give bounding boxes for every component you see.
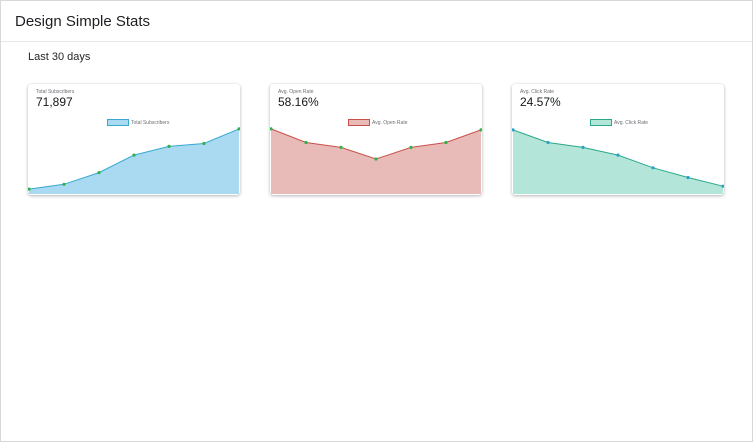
data-point-3[interactable] xyxy=(374,157,378,161)
stat-card-click-rate: Avg. Click Rate 24.57% Avg. Click Rate xyxy=(512,84,724,195)
data-point-2[interactable] xyxy=(97,171,101,175)
data-point-2[interactable] xyxy=(339,145,343,149)
chart-legend[interactable]: Avg. Click Rate xyxy=(590,119,648,126)
data-point-3[interactable] xyxy=(132,153,136,157)
area-chart-click-rate xyxy=(512,128,724,194)
legend-label: Total Subscribers xyxy=(131,119,170,126)
data-point-3[interactable] xyxy=(616,153,620,157)
legend-swatch xyxy=(348,119,370,126)
app-window: Design Simple Stats Last 30 days Total S… xyxy=(0,0,753,442)
legend-label: Avg. Open Rate xyxy=(372,119,408,126)
area-fill xyxy=(513,129,723,194)
data-point-4[interactable] xyxy=(651,166,655,170)
area-fill xyxy=(271,128,481,194)
page-header: Design Simple Stats xyxy=(1,1,752,42)
legend-swatch xyxy=(590,119,612,126)
chart-legend[interactable]: Total Subscribers xyxy=(107,119,169,126)
stat-card-open-rate: Avg. Open Rate 58.16% Avg. Open Rate xyxy=(270,84,482,195)
area-fill xyxy=(29,128,239,194)
data-point-5[interactable] xyxy=(444,140,448,145)
data-point-4[interactable] xyxy=(409,145,413,149)
data-point-5[interactable] xyxy=(202,141,206,146)
chart-legend[interactable]: Avg. Open Rate xyxy=(348,119,408,126)
page-title: Design Simple Stats xyxy=(15,12,151,30)
area-chart-open-rate xyxy=(270,127,482,194)
date-range-label: Last 30 days xyxy=(28,51,91,63)
data-point-1[interactable] xyxy=(304,140,308,145)
legend-swatch xyxy=(107,119,129,126)
stat-card-subscribers: Total Subscribers 71,897 Total Subscribe… xyxy=(28,84,240,195)
data-point-1[interactable] xyxy=(546,140,550,145)
data-point-5[interactable] xyxy=(686,175,690,180)
data-point-2[interactable] xyxy=(581,145,585,149)
data-point-1[interactable] xyxy=(62,182,66,186)
area-chart-subscribers xyxy=(28,127,240,194)
data-point-4[interactable] xyxy=(167,144,171,148)
legend-label: Avg. Click Rate xyxy=(614,119,649,126)
